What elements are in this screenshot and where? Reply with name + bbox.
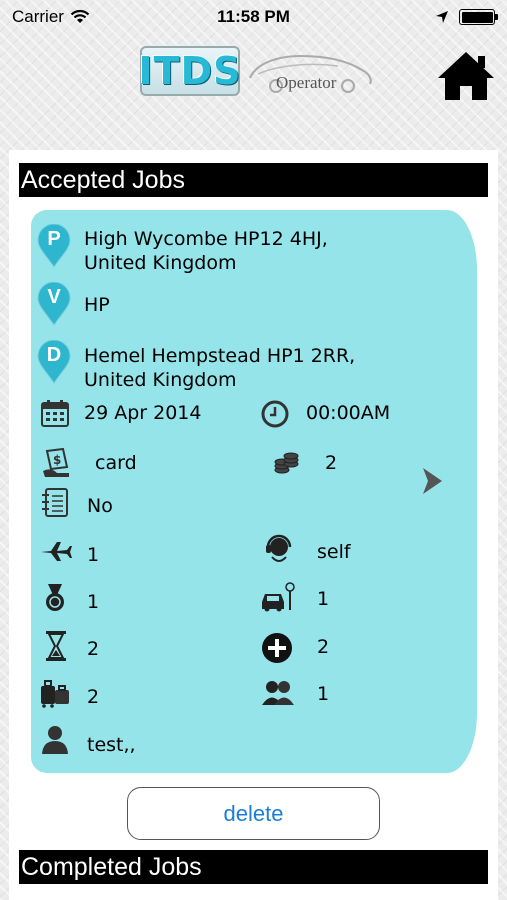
- carrier-label: Carrier: [12, 7, 64, 26]
- pickup-badge: P: [47, 228, 61, 250]
- coins-icon: [274, 452, 299, 474]
- calendar-icon: [41, 400, 69, 427]
- logo-subtitle: Operator: [276, 73, 337, 92]
- job-time: 00:00AM: [306, 402, 391, 424]
- plus-circle-icon: [262, 633, 292, 663]
- flights-count: 1: [87, 544, 100, 566]
- dropoff-badge: D: [46, 344, 62, 366]
- payment-method: card: [95, 452, 137, 474]
- logo-itds: ITDS: [139, 46, 241, 96]
- via-badge: V: [47, 286, 61, 308]
- fare-count: 2: [325, 452, 338, 474]
- hourglass-icon: [46, 631, 66, 661]
- notebook-icon: [42, 488, 68, 517]
- via-address: HP: [84, 294, 110, 316]
- home-button[interactable]: [436, 50, 496, 102]
- airplane-icon: [41, 542, 72, 561]
- accepted-jobs-header: Accepted Jobs: [19, 163, 488, 197]
- luggage-icon: [41, 680, 69, 708]
- app-logo: ITDS Operator: [139, 46, 376, 96]
- payment-icon: $: [43, 447, 69, 477]
- battery-icon: [459, 9, 498, 25]
- notes-value: No: [87, 495, 113, 517]
- booked-by: self: [317, 541, 351, 563]
- dropoff-line2: United Kingdom: [84, 369, 237, 391]
- medal-count: 1: [87, 591, 100, 613]
- vehicle-count: 1: [317, 588, 330, 610]
- status-bar: Carrier 11:58 PM: [0, 0, 507, 34]
- status-right: [435, 9, 498, 25]
- status-left: Carrier: [12, 7, 90, 27]
- car-pin-icon: [262, 582, 295, 612]
- wait-count: 2: [87, 638, 100, 660]
- clock-icon: [261, 400, 289, 428]
- operator-headset-icon: [266, 534, 292, 562]
- wifi-icon: [70, 9, 90, 23]
- medal-icon: [46, 584, 64, 611]
- header: ITDS Operator: [0, 34, 507, 144]
- pickup-address: High Wycombe HP12 4HJ, United Kingdom: [84, 227, 328, 275]
- location-arrow-icon: [436, 11, 448, 23]
- dropoff-address: Hemel Hempstead HP1 2RR, United Kingdom: [84, 344, 355, 392]
- svg-text:$: $: [53, 453, 61, 467]
- pickup-line1: High Wycombe HP12 4HJ,: [84, 228, 328, 250]
- delete-button[interactable]: delete: [127, 787, 380, 840]
- job-date: 29 Apr 2014: [84, 402, 202, 424]
- passengers-icon: [262, 681, 294, 705]
- job-card[interactable]: P High Wycombe HP12 4HJ, United Kingdom …: [31, 210, 477, 773]
- chevron-right-icon[interactable]: [420, 466, 446, 496]
- pickup-line2: United Kingdom: [84, 252, 237, 274]
- logo-operator: Operator: [246, 46, 376, 96]
- person-icon: [42, 726, 68, 754]
- dropoff-line1: Hemel Hempstead HP1 2RR,: [84, 345, 356, 367]
- completed-jobs-header: Completed Jobs: [19, 850, 488, 884]
- passengers-count: 1: [317, 683, 330, 705]
- customer-name: test,,: [87, 734, 136, 756]
- extras-count: 2: [317, 636, 330, 658]
- luggage-count: 2: [87, 686, 100, 708]
